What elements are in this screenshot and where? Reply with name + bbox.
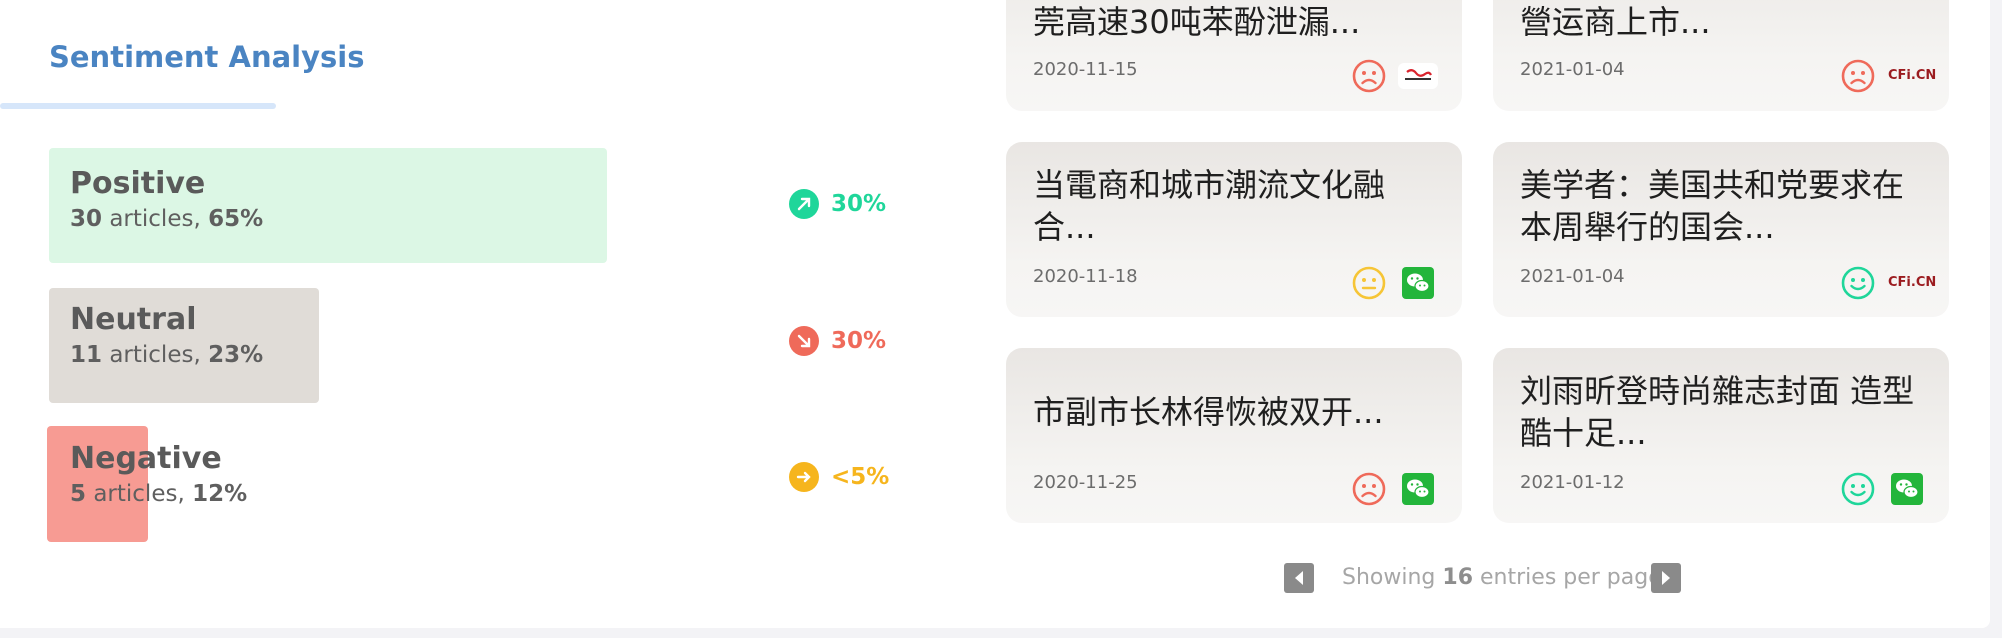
wechat-icon (1891, 473, 1923, 505)
cfi-logo: CFi.CN (1888, 275, 1937, 290)
negative-trend: <5% (789, 462, 889, 492)
news-card[interactable]: 美学者：美国共和党要求在本周舉行的国会... 2021-01-04 CFi.CN (1493, 142, 1949, 317)
pager-prefix: Showing (1342, 565, 1436, 590)
neutral-pct: 23% (208, 342, 264, 368)
next-page-button[interactable] (1651, 563, 1681, 593)
wechat-icon (1402, 473, 1434, 505)
neutral-trend: 30% (789, 326, 886, 356)
trend-flat-icon (789, 462, 819, 492)
negative-stats: 5 articles, 12% (70, 481, 248, 507)
news-card[interactable]: 当電商和城市潮流文化融合... 2020-11-18 (1006, 142, 1462, 317)
chevron-right-icon (1662, 571, 1670, 585)
happy-face-icon (1841, 472, 1875, 506)
negative-count: 5 (70, 481, 87, 507)
neutral-summary: Neutral 11 articles, 23% (70, 302, 263, 368)
happy-face-icon (1841, 266, 1875, 300)
neutral-articles-word: articles (109, 342, 194, 368)
section-title: Sentiment Analysis (49, 40, 365, 74)
positive-summary: Positive 30 articles, 65% (70, 166, 263, 232)
news-title: 刘雨昕登時尚雜志封面 造型酷十足... (1520, 372, 1915, 452)
prev-page-button[interactable] (1284, 563, 1314, 593)
news-date: 2020-11-18 (1033, 266, 1138, 287)
sohu-logo (1398, 63, 1438, 89)
positive-count: 30 (70, 206, 103, 232)
news-title: 当電商和城市潮流文化融合... (1033, 166, 1386, 246)
pager-count: 16 (1442, 565, 1474, 590)
neutral-count: 11 (70, 342, 103, 368)
news-title: 市副市长林得恢被双开... (1033, 393, 1384, 431)
news-date: 2021-01-12 (1520, 472, 1625, 493)
negative-summary: Negative 5 articles, 12% (70, 441, 247, 507)
news-card[interactable]: 營运商上市... 2021-01-04 CFi.CN (1493, 0, 1949, 111)
neutral-trend-value: 30% (831, 328, 887, 354)
trend-up-icon (789, 189, 819, 219)
news-title: 莞高速30吨苯酚泄漏... (1033, 3, 1361, 41)
news-date: 2021-01-04 (1520, 266, 1625, 287)
sad-face-icon (1352, 472, 1386, 506)
title-underline (0, 103, 276, 109)
news-card[interactable]: 刘雨昕登時尚雜志封面 造型酷十足... 2021-01-12 (1493, 348, 1949, 523)
negative-pct: 12% (192, 481, 248, 507)
news-date: 2020-11-25 (1033, 472, 1138, 493)
positive-trend-value: 30% (831, 191, 887, 217)
pager-suffix: entries per page (1480, 565, 1662, 590)
news-card[interactable]: 莞高速30吨苯酚泄漏... 2020-11-15 (1006, 0, 1462, 111)
news-title: 營运商上市... (1520, 3, 1711, 41)
news-date: 2020-11-15 (1033, 59, 1138, 80)
positive-trend: 30% (789, 189, 886, 219)
sad-face-icon (1841, 59, 1875, 93)
news-title: 美学者：美国共和党要求在本周舉行的国会... (1520, 166, 1905, 246)
positive-articles-word: articles (109, 206, 194, 232)
sad-face-icon (1352, 59, 1386, 93)
pager-info: Showing 16 entries per page (1342, 565, 1662, 590)
news-date: 2021-01-04 (1520, 59, 1625, 80)
positive-pct: 65% (208, 206, 264, 232)
neutral-stats: 11 articles, 23% (70, 342, 264, 368)
neutral-label: Neutral (70, 302, 197, 337)
chevron-left-icon (1295, 571, 1303, 585)
neutral-face-icon (1352, 266, 1386, 300)
news-card[interactable]: 市副市长林得恢被双开... 2020-11-25 (1006, 348, 1462, 523)
negative-trend-value: <5% (831, 464, 890, 490)
cfi-logo: CFi.CN (1888, 68, 1937, 83)
wechat-icon (1402, 267, 1434, 299)
dashboard-card: Sentiment Analysis Positive 30 articles,… (0, 0, 1990, 628)
negative-label: Negative (70, 441, 222, 476)
positive-label: Positive (70, 166, 206, 201)
trend-down-icon (789, 326, 819, 356)
positive-stats: 30 articles, 65% (70, 206, 264, 232)
negative-articles-word: articles (93, 481, 178, 507)
